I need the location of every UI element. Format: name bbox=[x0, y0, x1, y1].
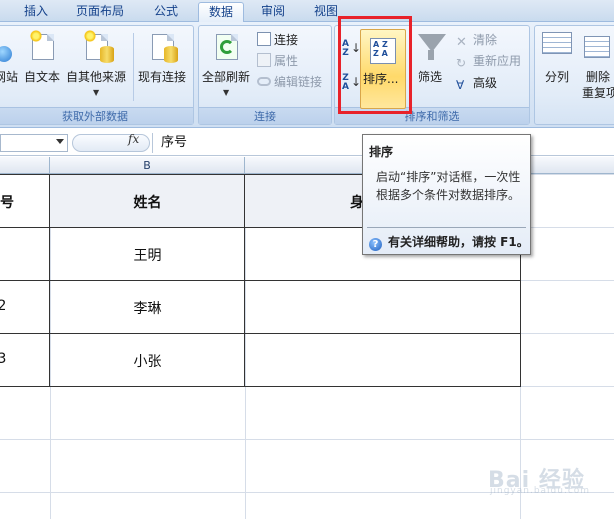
tooltip-title: 排序 bbox=[369, 145, 394, 159]
insert-function-icon[interactable]: fx bbox=[128, 132, 139, 146]
properties-button[interactable]: 属性 bbox=[257, 52, 298, 70]
table-cell-seq: 3 bbox=[0, 351, 7, 367]
tab-review[interactable]: 审阅 bbox=[252, 2, 294, 22]
ribbon-tab-bar: 插入 页面布局 公式 数据 审阅 视图 bbox=[0, 0, 614, 23]
table-cell-name: 王明 bbox=[133, 248, 162, 264]
dropdown-arrow-icon: ▼ bbox=[93, 88, 100, 97]
tab-formulas[interactable]: 公式 bbox=[144, 2, 188, 22]
remove-duplicates-icon bbox=[584, 36, 610, 58]
header-cell-name: 姓名 bbox=[133, 195, 162, 211]
from-other-sources-label: 自其他来源 bbox=[66, 70, 127, 84]
remove-duplicates-label-1: 删除 bbox=[586, 70, 611, 84]
table-border bbox=[0, 386, 521, 387]
remove-duplicates-button[interactable]: 删除 重复项 bbox=[582, 32, 614, 104]
group-label-connections: 连接 bbox=[199, 107, 331, 124]
clear-button[interactable]: ✕ 清除 bbox=[456, 31, 497, 50]
column-header-a[interactable] bbox=[0, 157, 50, 174]
tab-page-layout[interactable]: 页面布局 bbox=[68, 2, 132, 22]
connections-button[interactable]: 连接 bbox=[257, 31, 298, 49]
dropdown-arrow-icon: ▼ bbox=[223, 88, 230, 97]
highlight-annotation-box bbox=[338, 16, 412, 114]
remove-duplicates-label-2: 重复项 bbox=[582, 86, 614, 100]
name-box[interactable] bbox=[0, 134, 68, 152]
column-header-b[interactable]: B bbox=[50, 157, 245, 174]
new-star-icon bbox=[30, 30, 42, 42]
database-icon bbox=[100, 46, 114, 63]
tooltip-help-text: 有关详细帮助，请按 F1。 bbox=[388, 235, 529, 249]
text-to-columns-label: 分列 bbox=[545, 70, 570, 84]
baidu-watermark: Bai 经验 jingyan.baidu.com bbox=[470, 458, 610, 498]
globe-icon bbox=[0, 46, 12, 62]
from-text-button[interactable]: 自文本 bbox=[24, 30, 62, 88]
chevron-down-icon[interactable] bbox=[56, 139, 64, 144]
tab-data[interactable]: 数据 bbox=[198, 2, 244, 23]
filter-label: 筛选 bbox=[418, 70, 443, 84]
advanced-filter-icon: ∀ bbox=[456, 78, 465, 92]
tab-insert[interactable]: 插入 bbox=[14, 2, 58, 22]
filter-button[interactable]: 筛选 bbox=[416, 34, 446, 92]
refresh-all-button[interactable]: 全部刷新 ▼ bbox=[202, 30, 252, 102]
existing-connections-button[interactable]: 现有连接 bbox=[138, 30, 190, 88]
reapply-icon: ↻ bbox=[456, 56, 467, 70]
connections-icon bbox=[257, 32, 271, 46]
advanced-button[interactable]: ∀ 高级 bbox=[456, 74, 497, 92]
refresh-arrows-icon bbox=[220, 40, 234, 54]
separator bbox=[133, 33, 134, 101]
database-icon bbox=[164, 46, 178, 63]
clear-filter-icon: ✕ bbox=[456, 35, 467, 50]
from-text-label: 自文本 bbox=[24, 70, 61, 84]
reapply-button[interactable]: ↻ 重新应用 bbox=[456, 52, 521, 70]
table-cell-name: 小张 bbox=[133, 354, 162, 370]
from-other-sources-button[interactable]: 自其他来源 ▼ bbox=[66, 30, 128, 100]
tooltip-body: 启动“排序”对话框，一次性根据多个条件对数据排序。 bbox=[376, 170, 521, 202]
sort-tooltip: 排序 启动“排序”对话框，一次性根据多个条件对数据排序。 ? 有关详细帮助，请按 … bbox=[362, 134, 531, 255]
watermark-url: jingyan.baidu.com bbox=[490, 486, 591, 496]
from-web-button[interactable]: 网站 bbox=[0, 30, 22, 88]
table-cell-name: 李琳 bbox=[133, 301, 162, 317]
group-label-external-data: 获取外部数据 bbox=[0, 107, 193, 124]
properties-icon bbox=[257, 53, 271, 67]
link-icon bbox=[257, 77, 271, 86]
refresh-all-label: 全部刷新 bbox=[202, 70, 251, 84]
table-border bbox=[0, 280, 521, 281]
header-cell-seq: 号 bbox=[0, 195, 14, 211]
new-star-icon bbox=[84, 30, 96, 42]
help-icon: ? bbox=[369, 238, 382, 251]
from-web-label: 网站 bbox=[0, 70, 19, 84]
edit-links-button[interactable]: 编辑链接 bbox=[257, 73, 322, 91]
tooltip-divider bbox=[367, 227, 526, 228]
tooltip-help: ? 有关详细帮助，请按 F1。 bbox=[369, 233, 529, 251]
text-to-columns-button[interactable]: 分列 bbox=[538, 32, 576, 88]
table-cell-seq: 2 bbox=[0, 298, 7, 314]
table-border bbox=[0, 333, 521, 334]
existing-connections-label: 现有连接 bbox=[138, 70, 187, 84]
text-to-columns-icon bbox=[542, 32, 572, 54]
